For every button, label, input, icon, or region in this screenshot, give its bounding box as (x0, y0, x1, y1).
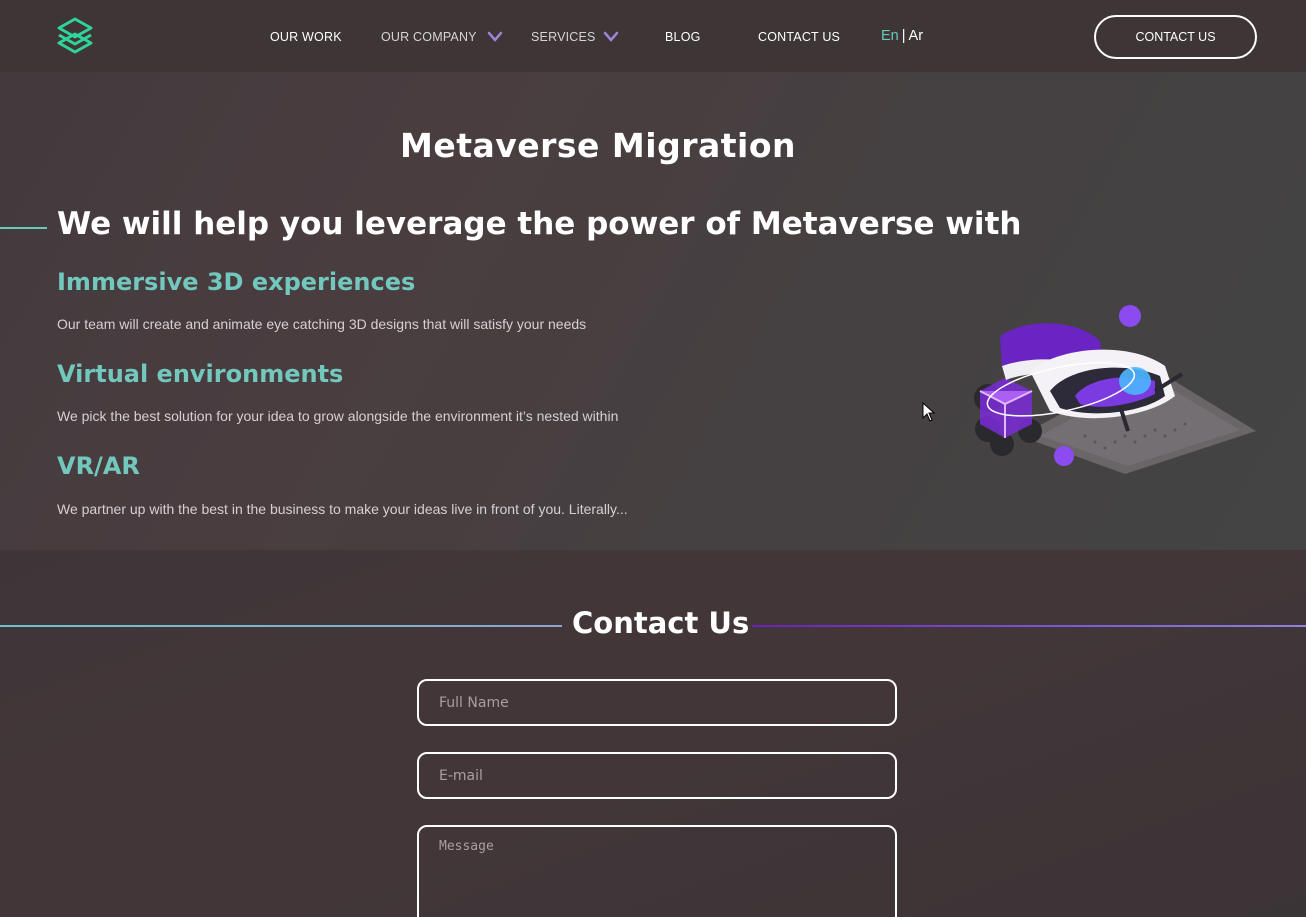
contact-us-button[interactable]: CONTACT US (1094, 15, 1257, 59)
page-title: Metaverse Migration (399, 126, 796, 165)
lang-en[interactable]: En (881, 28, 899, 44)
lang-separator: | (901, 28, 906, 44)
message-textarea[interactable] (417, 825, 897, 917)
full-name-input[interactable] (417, 679, 897, 726)
nav-our-company[interactable]: OUR COMPANY (381, 30, 477, 44)
nav-contact-us[interactable]: CONTACT US (758, 30, 840, 44)
contact-title: Contact Us (572, 606, 750, 640)
feature-title: Virtual environments (57, 360, 344, 388)
email-input[interactable] (417, 752, 897, 799)
mouse-cursor-icon (922, 402, 936, 422)
feature-desc: Our team will create and animate eye cat… (57, 316, 587, 332)
vr-headset-illustration (974, 305, 1256, 474)
language-switcher: En | Ar (881, 28, 923, 44)
nav-blog[interactable]: BLOG (665, 30, 701, 44)
chevron-down-icon[interactable] (603, 31, 619, 43)
lead-accent-line (0, 227, 47, 229)
nav-services[interactable]: SERVICES (531, 30, 596, 44)
nav-our-work[interactable]: OUR WORK (270, 30, 342, 44)
feature-title: VR/AR (57, 452, 140, 480)
hero-lead: We will help you leverage the power of M… (57, 206, 1022, 242)
chevron-down-icon[interactable] (487, 31, 503, 43)
contact-divider-left (0, 625, 562, 627)
feature-desc: We pick the best solution for your idea … (57, 408, 619, 424)
feature-title: Immersive 3D experiences (57, 268, 416, 296)
site-header: OUR WORK OUR COMPANY SERVICES BLOG CONTA… (0, 0, 1306, 72)
lang-ar[interactable]: Ar (909, 28, 924, 44)
contact-divider-right (752, 625, 1306, 627)
feature-desc: We partner up with the best in the busin… (57, 501, 628, 517)
